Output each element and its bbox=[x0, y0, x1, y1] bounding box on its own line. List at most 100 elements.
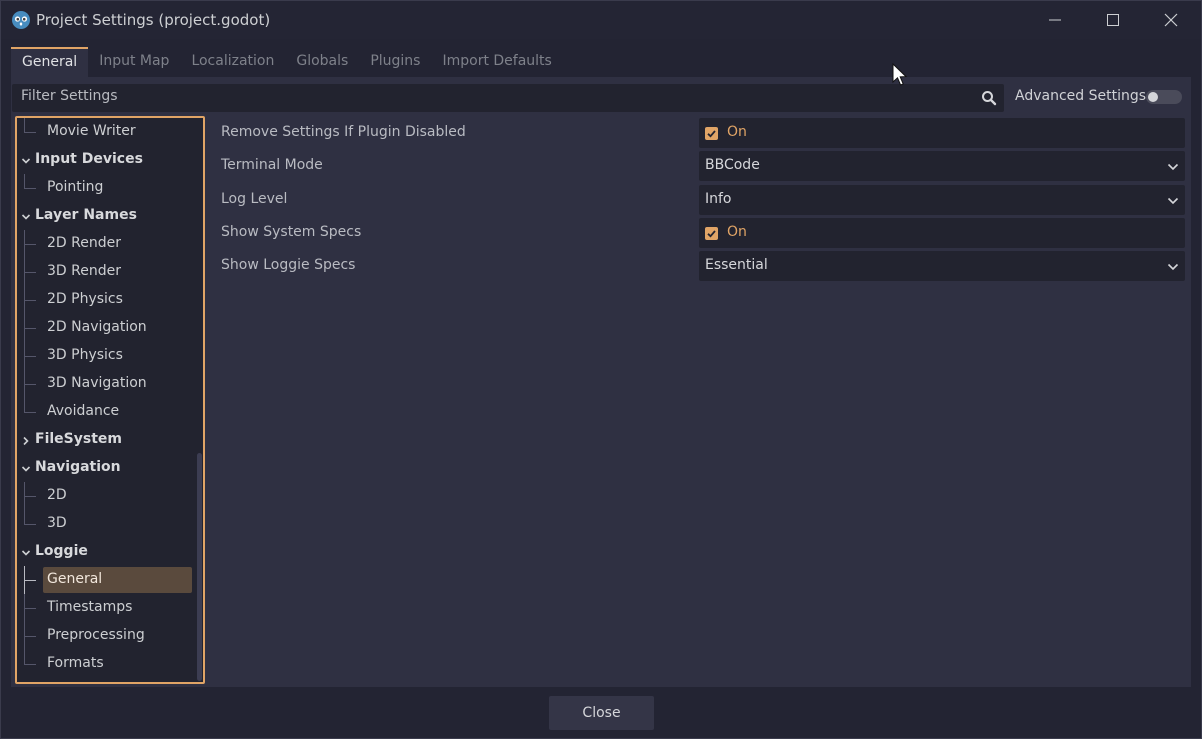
chevron-right-icon[interactable] bbox=[21, 436, 31, 446]
tab-input-map[interactable]: Input Map bbox=[88, 47, 180, 77]
property-checkbox[interactable]: On bbox=[699, 218, 1185, 248]
property-name: Log Level bbox=[221, 191, 288, 207]
chevron-down-icon bbox=[1167, 197, 1179, 205]
property-checkbox[interactable]: On bbox=[699, 118, 1185, 148]
tree-item[interactable]: Preprocessing bbox=[17, 622, 193, 650]
tree-item-label: Input Devices bbox=[35, 151, 143, 167]
close-icon bbox=[1164, 13, 1178, 27]
tab-globals[interactable]: Globals bbox=[285, 47, 359, 77]
maximize-icon bbox=[1107, 14, 1119, 26]
close-button[interactable]: Close bbox=[549, 696, 654, 730]
dropdown-value: BBCode bbox=[705, 157, 760, 173]
tree-item-label: 2D Render bbox=[47, 235, 121, 251]
window-title: Project Settings (project.godot) bbox=[36, 11, 271, 29]
checkbox-value: On bbox=[727, 224, 747, 240]
filter-placeholder: Filter Settings bbox=[21, 88, 118, 104]
property-dropdown[interactable]: Essential bbox=[699, 251, 1185, 281]
tree-guide-line bbox=[24, 132, 36, 133]
tree-guide-line bbox=[24, 636, 36, 637]
property-name: Show Loggie Specs bbox=[221, 257, 356, 273]
tree-item[interactable]: Pointing bbox=[17, 174, 193, 202]
tree-section[interactable]: Loggie bbox=[17, 538, 193, 566]
tree-item[interactable]: Formats bbox=[17, 650, 193, 678]
tab-plugins[interactable]: Plugins bbox=[359, 47, 431, 77]
tree-item[interactable]: 3D bbox=[17, 510, 193, 538]
tree-guide-line bbox=[24, 384, 36, 385]
tree-guide-line bbox=[24, 524, 36, 525]
tree-item-label: 3D bbox=[47, 515, 67, 531]
search-icon bbox=[982, 91, 997, 106]
tree-item-label: Pointing bbox=[47, 179, 104, 195]
tree-guide-line bbox=[24, 580, 36, 581]
maximize-button[interactable] bbox=[1084, 1, 1142, 39]
tree-item[interactable]: 3D Render bbox=[17, 258, 193, 286]
tree-item[interactable]: 2D Navigation bbox=[17, 314, 193, 342]
tree-guide-line bbox=[24, 664, 36, 665]
tree-section[interactable]: FileSystem bbox=[17, 426, 193, 454]
advanced-settings-toggle[interactable] bbox=[1146, 90, 1182, 104]
tree-item-label: Preprocessing bbox=[47, 627, 145, 643]
tree-item-label: Avoidance bbox=[47, 403, 120, 419]
tree-scrollbar[interactable] bbox=[197, 453, 202, 681]
tree-item-label: 3D Physics bbox=[47, 347, 123, 363]
property-name: Terminal Mode bbox=[221, 157, 323, 173]
tree-item[interactable]: 2D Physics bbox=[17, 286, 193, 314]
chevron-down-icon[interactable] bbox=[21, 156, 31, 166]
chevron-down-icon[interactable] bbox=[21, 464, 31, 474]
property-name: Show System Specs bbox=[221, 224, 362, 240]
tree-item[interactable]: 3D Physics bbox=[17, 342, 193, 370]
tree-item[interactable]: General bbox=[17, 566, 193, 594]
title-bar[interactable]: Project Settings (project.godot) bbox=[1, 1, 1201, 39]
tree-item-label: Movie Writer bbox=[47, 123, 136, 139]
tab-general[interactable]: General bbox=[11, 47, 89, 77]
settings-tabs: General Input Map Localization Globals P… bbox=[11, 47, 1191, 77]
tree-item[interactable]: 2D Render bbox=[17, 230, 193, 258]
tree-guide-line bbox=[24, 496, 36, 497]
property-row: Remove Settings If Plugin Disabled On bbox=[209, 116, 1187, 149]
tree-item[interactable]: 3D Navigation bbox=[17, 370, 193, 398]
close-window-button[interactable] bbox=[1142, 1, 1200, 39]
dropdown-value: Info bbox=[705, 191, 732, 207]
property-dropdown[interactable]: Info bbox=[699, 185, 1185, 215]
chevron-down-icon[interactable] bbox=[21, 548, 31, 558]
tree-guide-line bbox=[24, 244, 36, 245]
tree-item[interactable]: Movie Writer bbox=[17, 118, 193, 146]
project-settings-window: Project Settings (project.godot) General… bbox=[0, 0, 1202, 739]
property-row: Show System Specs On bbox=[209, 216, 1187, 249]
property-row: Terminal Mode BBCode bbox=[209, 149, 1187, 182]
tree-guide-line bbox=[24, 608, 36, 609]
checkbox-value: On bbox=[727, 124, 747, 140]
tree-guide-line bbox=[24, 412, 36, 413]
tree-section[interactable]: Layer Names bbox=[17, 202, 193, 230]
tree-guide-line bbox=[24, 272, 36, 273]
tree-item[interactable]: Timestamps bbox=[17, 594, 193, 622]
tree-item-label: 3D Navigation bbox=[47, 375, 147, 391]
tree-section[interactable]: Input Devices bbox=[17, 146, 193, 174]
tree-item[interactable]: Avoidance bbox=[17, 398, 193, 426]
chevron-down-icon bbox=[1167, 163, 1179, 171]
tree-item-label: Loggie bbox=[35, 543, 88, 559]
mouse-cursor-icon bbox=[892, 63, 908, 86]
tab-localization[interactable]: Localization bbox=[180, 47, 285, 77]
tree-guide-line bbox=[24, 356, 36, 357]
tree-guide-line bbox=[24, 328, 36, 329]
godot-logo-icon bbox=[12, 11, 30, 29]
tree-item-label: 3D Render bbox=[47, 263, 121, 279]
tree-section[interactable]: Navigation bbox=[17, 454, 193, 482]
tree-guide-line bbox=[24, 188, 36, 189]
property-name: Remove Settings If Plugin Disabled bbox=[221, 124, 466, 140]
tree-item[interactable]: 2D bbox=[17, 482, 193, 510]
toggle-knob bbox=[1148, 92, 1158, 102]
tree-guide-line bbox=[24, 650, 25, 665]
chevron-down-icon[interactable] bbox=[21, 212, 31, 222]
dropdown-value: Essential bbox=[705, 257, 768, 273]
filter-settings-input[interactable]: Filter Settings bbox=[12, 84, 1004, 112]
checkbox-checked-icon[interactable] bbox=[705, 227, 718, 240]
minimize-button[interactable] bbox=[1026, 1, 1084, 39]
advanced-settings-label: Advanced Settings bbox=[1015, 88, 1147, 104]
property-dropdown[interactable]: BBCode bbox=[699, 151, 1185, 181]
settings-inspector: Remove Settings If Plugin Disabled On Term… bbox=[209, 116, 1187, 684]
tab-import-defaults[interactable]: Import Defaults bbox=[431, 47, 562, 77]
checkbox-checked-icon[interactable] bbox=[705, 127, 718, 140]
settings-tree: Movie Writer Input Devices Pointing Layer N… bbox=[15, 116, 205, 684]
